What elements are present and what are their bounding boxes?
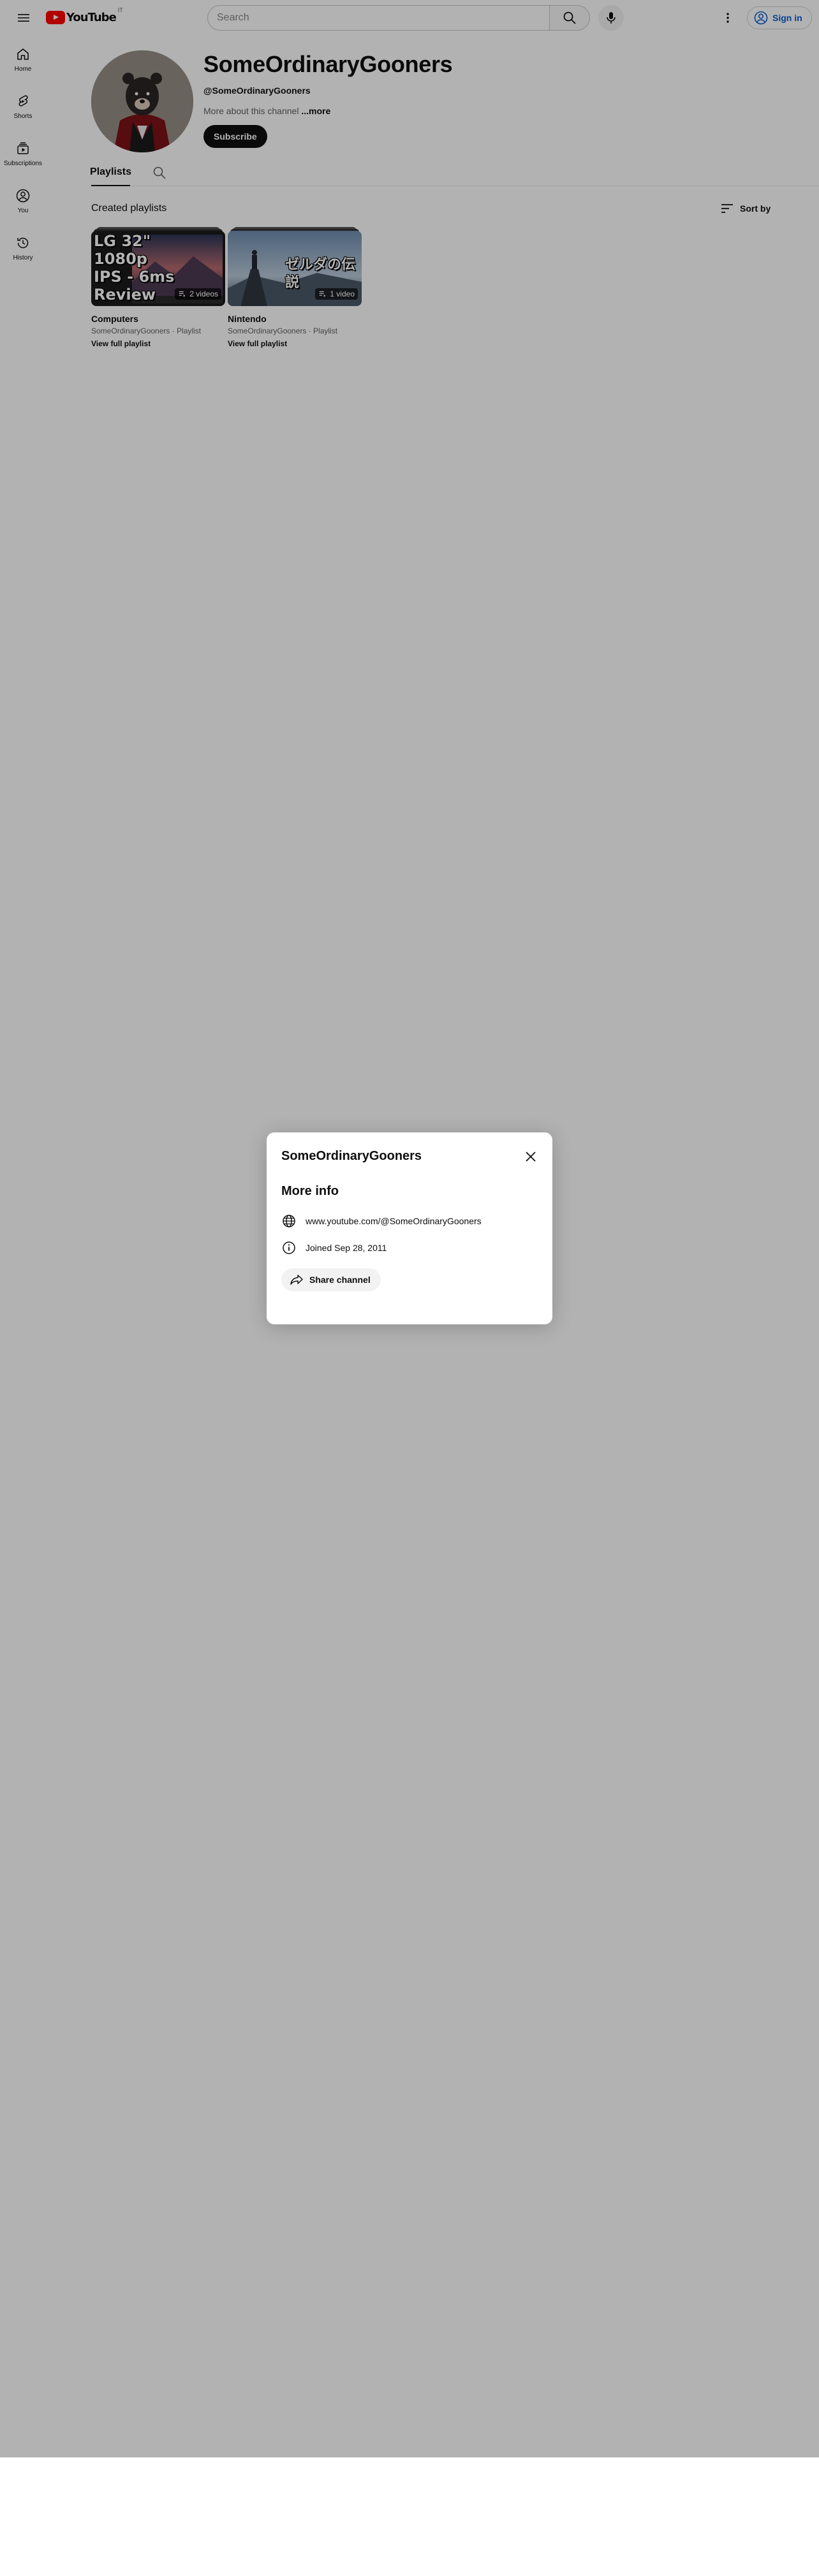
- channel-url[interactable]: www.youtube.com/@SomeOrdinaryGooners: [306, 1216, 482, 1226]
- share-icon: [290, 1275, 303, 1285]
- about-channel-dialog: SomeOrdinaryGooners More info www.youtub…: [267, 1132, 552, 1324]
- close-dialog-button[interactable]: [519, 1145, 542, 1168]
- more-info-heading: More info: [281, 1184, 339, 1198]
- joined-date-row: Joined Sep 28, 2011: [281, 1240, 387, 1255]
- globe-icon: [283, 1215, 295, 1227]
- dialog-title: SomeOrdinaryGooners: [281, 1149, 422, 1163]
- joined-date: Joined Sep 28, 2011: [306, 1243, 387, 1253]
- close-icon: [526, 1152, 536, 1162]
- info-icon: [283, 1241, 295, 1254]
- channel-link-row: www.youtube.com/@SomeOrdinaryGooners: [281, 1213, 482, 1229]
- share-channel-button[interactable]: Share channel: [281, 1268, 381, 1291]
- share-channel-label: Share channel: [309, 1275, 371, 1285]
